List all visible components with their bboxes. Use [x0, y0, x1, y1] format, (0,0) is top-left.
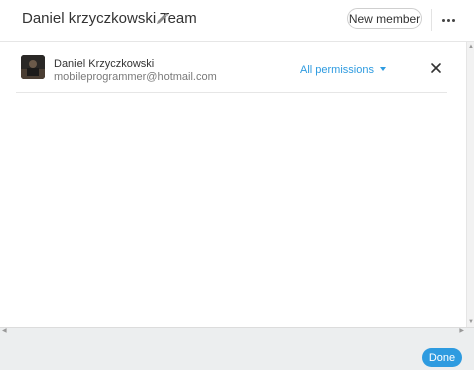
- member-email: mobileprogrammer@hotmail.com: [54, 71, 217, 83]
- permissions-dropdown[interactable]: All permissions: [300, 64, 386, 76]
- caret-down-icon: [379, 67, 386, 71]
- pencil-icon[interactable]: [155, 12, 169, 26]
- scroll-down-icon[interactable]: ▼: [468, 319, 474, 325]
- member-row: Daniel Krzyczkowski mobileprogrammer@hot…: [16, 45, 447, 93]
- done-button[interactable]: Done: [422, 348, 462, 367]
- dialog-header: Daniel krzyczkowski Team New member: [0, 0, 474, 42]
- scroll-right-icon[interactable]: ▶: [459, 327, 464, 334]
- new-member-button[interactable]: New member: [347, 8, 422, 29]
- horizontal-scrollbar[interactable]: ◀ ▶: [0, 327, 474, 335]
- team-title: Daniel krzyczkowski Team: [22, 10, 197, 27]
- dialog-footer: ◀ ▶ Done: [0, 327, 474, 370]
- scroll-left-icon[interactable]: ◀: [2, 327, 7, 334]
- header-divider: [431, 9, 432, 31]
- more-dots-icon[interactable]: [440, 9, 458, 29]
- scroll-up-icon[interactable]: ▲: [468, 44, 474, 50]
- vertical-scrollbar[interactable]: ▲ ▼: [466, 42, 474, 327]
- avatar: [21, 55, 45, 79]
- member-name: Daniel Krzyczkowski: [54, 58, 155, 70]
- permissions-label: All permissions: [300, 64, 374, 76]
- close-icon[interactable]: [430, 62, 442, 74]
